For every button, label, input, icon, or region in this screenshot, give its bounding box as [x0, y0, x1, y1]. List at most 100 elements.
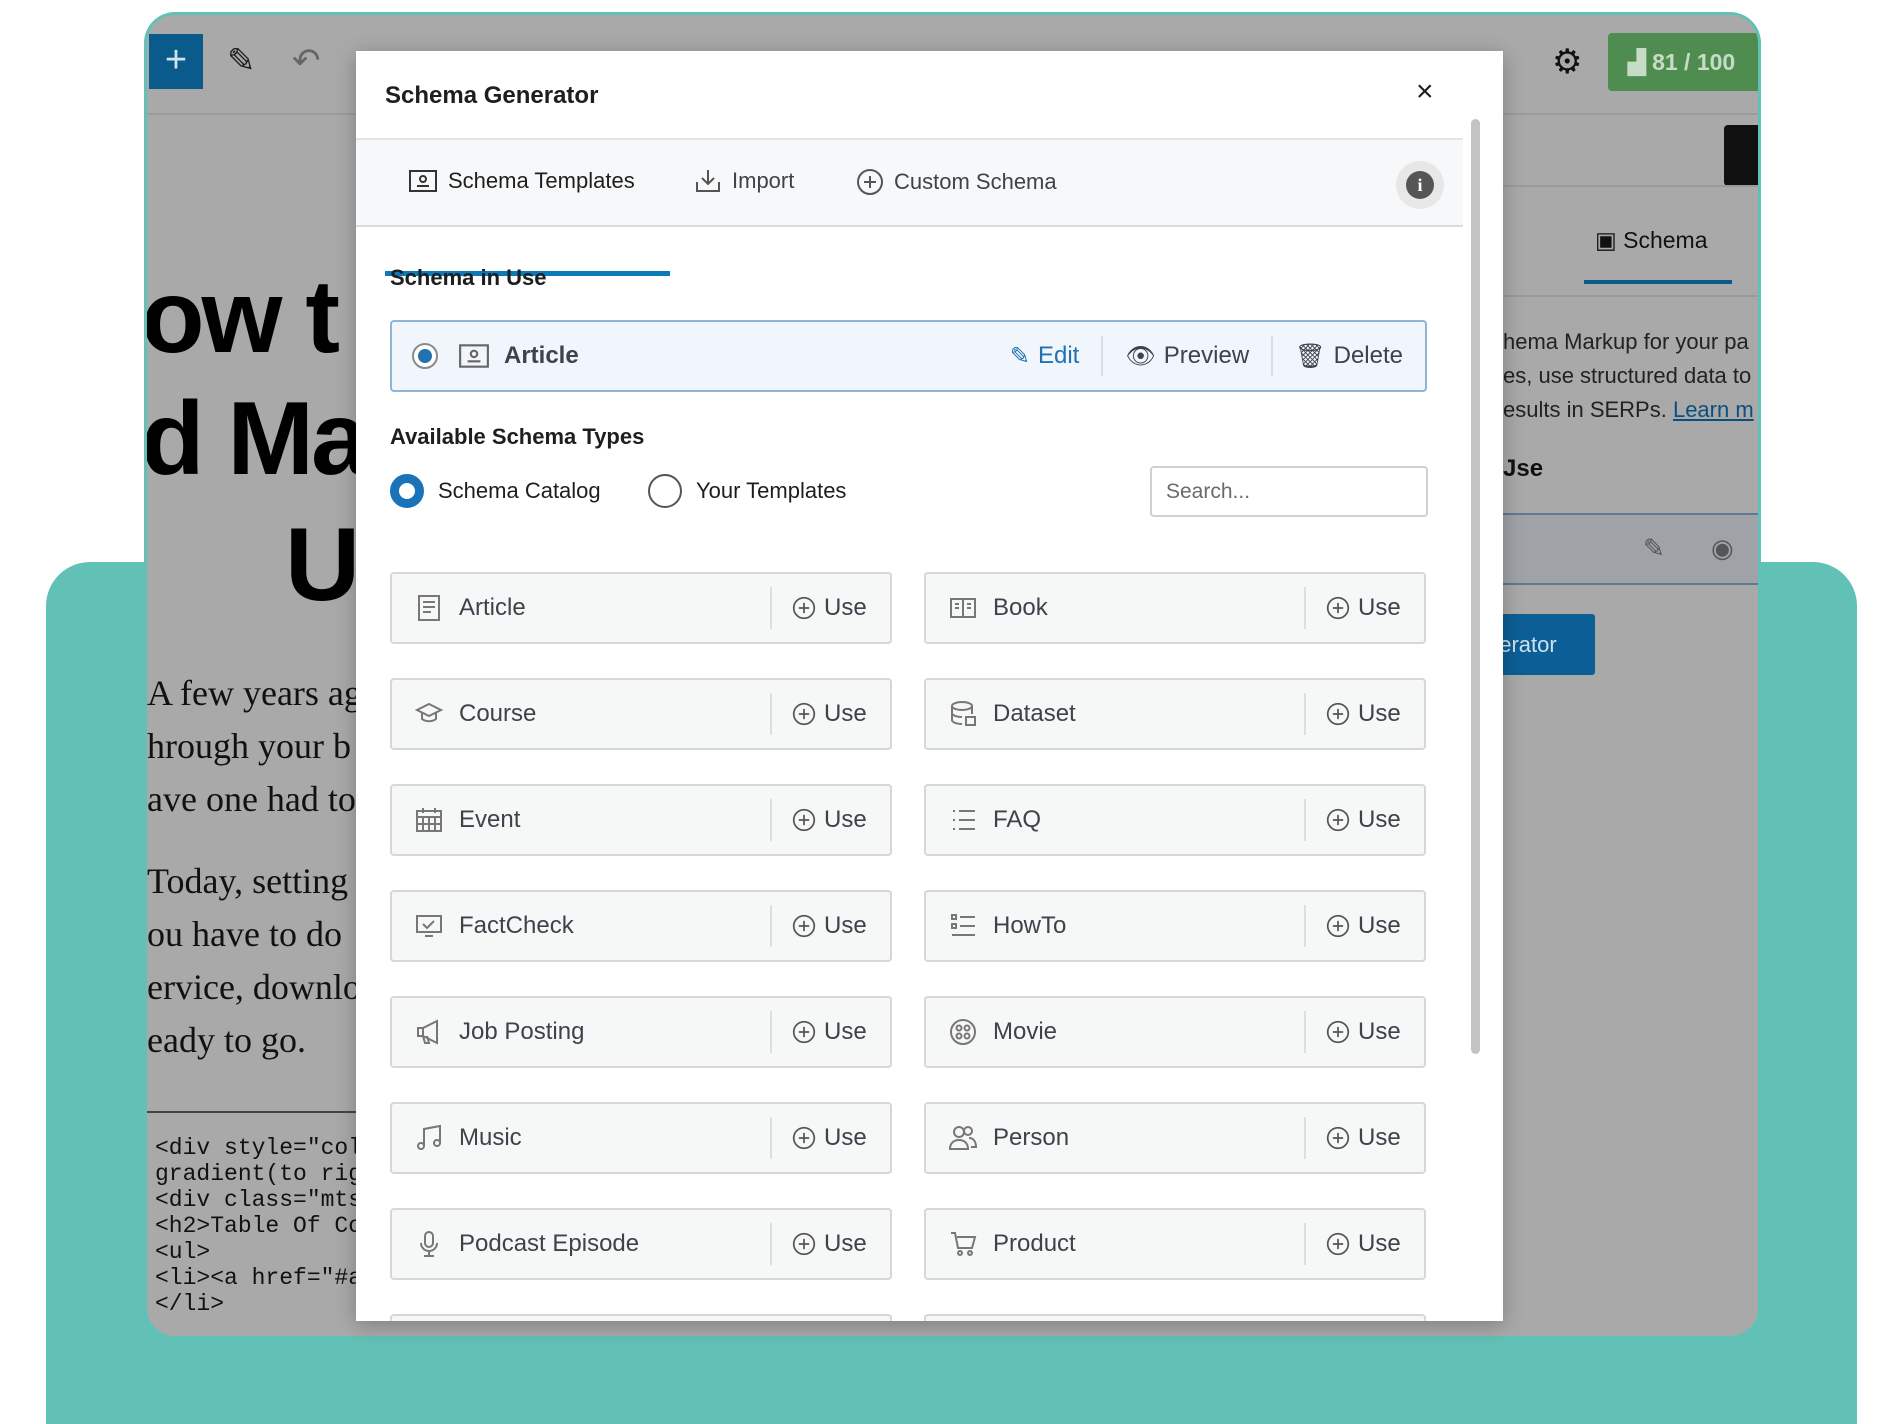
description-line: hema Markup for your pa: [1503, 329, 1749, 354]
learn-more-link[interactable]: Learn m: [1673, 397, 1754, 422]
post-title-line: U: [285, 507, 360, 623]
use-label: Use: [1358, 1124, 1401, 1151]
graduation-cap-icon: [414, 700, 444, 728]
eye-icon[interactable]: ◉: [1711, 533, 1734, 564]
schema-type-card[interactable]: Job Posting Use: [390, 996, 892, 1068]
text: esults in SERPs.: [1503, 397, 1673, 422]
tab-schema-templates[interactable]: Schema Templates: [408, 168, 635, 194]
info-button[interactable]: i: [1396, 161, 1444, 209]
cart-icon: [948, 1230, 978, 1258]
schema-template-icon: [459, 344, 489, 368]
use-button[interactable]: Use: [1304, 1117, 1424, 1159]
schema-type-card[interactable]: [924, 1314, 1426, 1321]
preview-button[interactable]: 👁 Preview: [1101, 336, 1271, 376]
scrollbar[interactable]: [1471, 119, 1480, 1054]
schema-type-card[interactable]: Course Use: [390, 678, 892, 750]
use-label: Use: [1358, 1018, 1401, 1045]
tab-label: Import: [732, 168, 795, 193]
use-label: Use: [1358, 594, 1401, 621]
close-button[interactable]: ×: [1416, 75, 1434, 109]
use-button[interactable]: Use: [770, 799, 890, 841]
edit-button[interactable]: ✎ Edit: [988, 336, 1101, 376]
use-button[interactable]: Use: [770, 1011, 890, 1053]
label: Preview: [1163, 342, 1250, 369]
schema-type-card[interactable]: Music Use: [390, 1102, 892, 1174]
plus-circle-icon: [1326, 1020, 1350, 1044]
use-button[interactable]: Use: [1304, 1011, 1424, 1053]
plus-circle-icon: [792, 596, 816, 620]
database-icon: [948, 700, 978, 728]
star-button[interactable]: [1724, 125, 1758, 186]
eye-icon: 👁: [1125, 342, 1156, 370]
schema-type-label: FAQ: [993, 806, 1042, 833]
schema-type-card[interactable]: Product Use: [924, 1208, 1426, 1280]
schema-in-use-heading: Jse: [1503, 455, 1544, 482]
use-button[interactable]: Use: [770, 587, 890, 629]
schema-type-card[interactable]: FactCheck Use: [390, 890, 892, 962]
label: Schema Catalog: [438, 478, 601, 503]
schema-type-label: Course: [459, 700, 537, 727]
plus-circle-icon: [792, 702, 816, 726]
schema-radio[interactable]: [412, 343, 438, 369]
tab-import[interactable]: Import: [694, 168, 794, 194]
schema-type-label: FactCheck: [459, 912, 574, 939]
microphone-icon: [414, 1230, 444, 1258]
delete-button[interactable]: 🗑 Delete: [1271, 336, 1425, 376]
schema-type-label: Dataset: [993, 700, 1076, 727]
schema-type-card[interactable]: Event Use: [390, 784, 892, 856]
schema-type-label: Event: [459, 806, 521, 833]
schema-type-card[interactable]: [390, 1314, 892, 1321]
seo-score-button[interactable]: ▟ 81 / 100: [1608, 33, 1758, 91]
plus-circle-icon: [792, 1232, 816, 1256]
text-line: hrough your b: [147, 726, 351, 766]
check-monitor-icon: [414, 912, 444, 940]
tab-label: Custom Schema: [894, 169, 1057, 194]
calendar-icon: [414, 806, 444, 834]
tab-schema[interactable]: ▣ Schema: [1595, 227, 1708, 254]
schema-type-card[interactable]: Person Use: [924, 1102, 1426, 1174]
pencil-icon[interactable]: ✎: [227, 41, 256, 81]
use-button[interactable]: Use: [1304, 693, 1424, 735]
schema-type-label: Music: [459, 1124, 522, 1151]
tab-custom-schema[interactable]: Custom Schema: [856, 168, 1057, 196]
use-button[interactable]: Use: [770, 693, 890, 735]
book-icon: [948, 594, 978, 622]
use-button[interactable]: Use: [770, 905, 890, 947]
use-label: Use: [1358, 912, 1401, 939]
chart-icon: ▟: [1628, 49, 1653, 75]
tab-label: Schema Templates: [448, 168, 635, 193]
label: Delete: [1333, 342, 1403, 369]
schema-type-card[interactable]: Dataset Use: [924, 678, 1426, 750]
schema-type-card[interactable]: FAQ Use: [924, 784, 1426, 856]
schema-type-card[interactable]: Book Use: [924, 572, 1426, 644]
schema-type-label: Podcast Episode: [459, 1230, 640, 1257]
radio-schema-catalog[interactable]: Schema Catalog: [390, 474, 601, 508]
schema-type-card[interactable]: Article Use: [390, 572, 892, 644]
use-label: Use: [824, 806, 867, 833]
people-icon: [948, 1124, 978, 1152]
schema-type-card[interactable]: Movie Use: [924, 996, 1426, 1068]
info-icon: i: [1406, 171, 1434, 199]
tab-underline: [1584, 280, 1732, 284]
plus-circle-icon: [792, 914, 816, 938]
film-reel-icon: [948, 1018, 978, 1046]
schema-type-label: Book: [993, 594, 1048, 621]
use-label: Use: [824, 1124, 867, 1151]
gear-icon[interactable]: ⚙: [1552, 42, 1582, 82]
schema-type-card[interactable]: Podcast Episode Use: [390, 1208, 892, 1280]
modal-header: Schema Generator ×: [356, 51, 1476, 140]
megaphone-icon: [414, 1018, 444, 1046]
label: Your Templates: [696, 478, 847, 503]
search-input[interactable]: [1150, 466, 1428, 517]
add-block-button[interactable]: +: [149, 34, 203, 89]
undo-icon[interactable]: ↶: [292, 41, 321, 81]
edit-icon[interactable]: ✎: [1643, 533, 1665, 564]
use-button[interactable]: Use: [1304, 587, 1424, 629]
use-button[interactable]: Use: [1304, 1223, 1424, 1265]
schema-type-card[interactable]: HowTo Use: [924, 890, 1426, 962]
use-button[interactable]: Use: [770, 1117, 890, 1159]
use-button[interactable]: Use: [1304, 905, 1424, 947]
radio-your-templates[interactable]: Your Templates: [648, 474, 846, 508]
use-button[interactable]: Use: [1304, 799, 1424, 841]
use-button[interactable]: Use: [770, 1223, 890, 1265]
